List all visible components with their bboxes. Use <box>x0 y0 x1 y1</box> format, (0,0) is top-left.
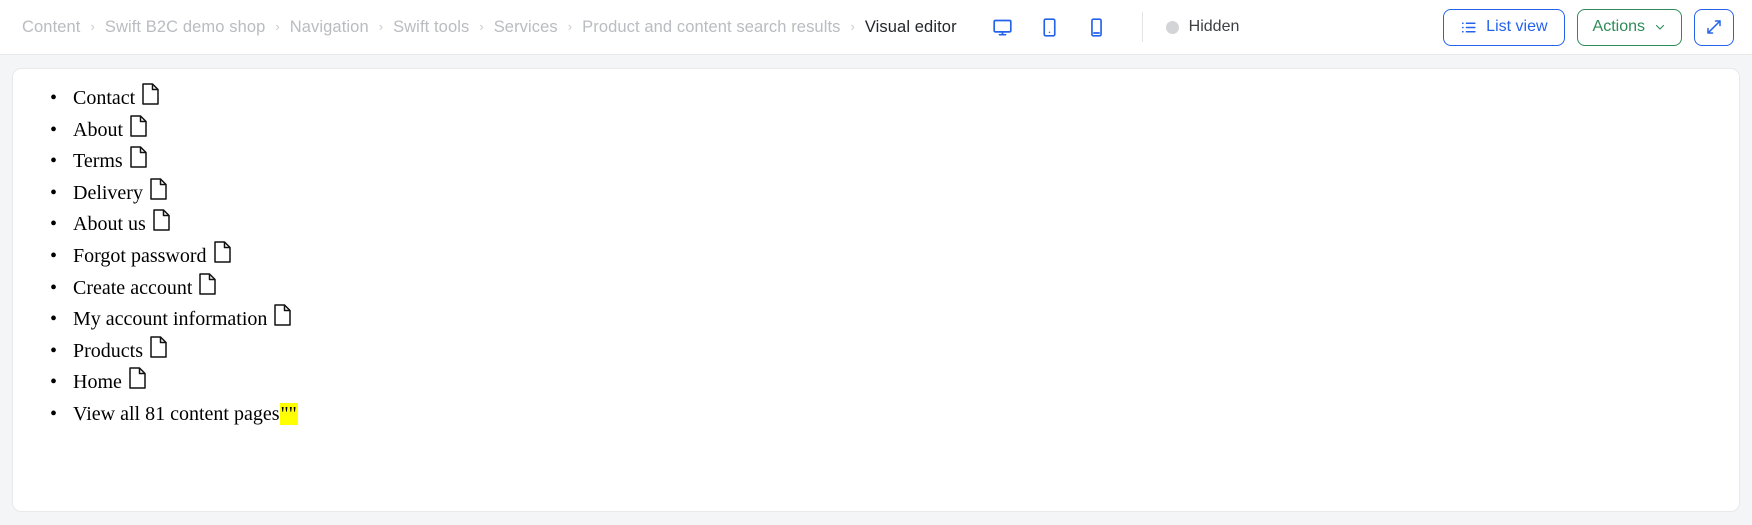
breadcrumb-item-swift-tools[interactable]: Swift tools <box>393 18 469 37</box>
page-icon <box>129 367 146 399</box>
breadcrumb-item-services[interactable]: Services <box>494 18 558 37</box>
page-icon <box>150 336 167 368</box>
list-item-label: About us <box>73 213 146 236</box>
list-item-label: Terms <box>73 150 123 173</box>
chevron-down-icon <box>1654 21 1666 35</box>
actions-button-label: Actions <box>1592 18 1645 35</box>
page-icon <box>153 209 170 241</box>
page-icon <box>130 114 147 147</box>
breadcrumb-item-content[interactable]: Content <box>22 18 81 37</box>
mobile-icon[interactable] <box>1084 14 1110 40</box>
breadcrumb-item-swift-b2c-demo-shop[interactable]: Swift B2C demo shop <box>105 18 266 37</box>
visual-editor-canvas: Contact About Terms Delivery About us Fo… <box>12 68 1740 512</box>
list-item-label: About <box>73 118 123 141</box>
page-icon <box>213 241 231 273</box>
expand-fullscreen-button[interactable] <box>1694 8 1734 46</box>
list-item[interactable]: Delivery <box>50 178 1719 210</box>
actions-button[interactable]: Actions <box>1576 8 1682 46</box>
list-view-button-label: List view <box>1486 18 1548 35</box>
content-page-list: Contact About Terms Delivery About us Fo… <box>33 83 1719 430</box>
page-icon <box>199 272 217 305</box>
list-item[interactable]: Forgot password <box>50 241 1719 273</box>
list-item-label: My account information <box>73 308 268 331</box>
desktop-icon[interactable] <box>990 14 1016 40</box>
status-label: Hidden <box>1188 18 1240 35</box>
toolbar-actions: List view Actions <box>1443 8 1740 46</box>
list-item-label: Delivery <box>73 181 143 204</box>
status-badge: Hidden <box>1165 18 1240 36</box>
breadcrumb-separator: › <box>850 18 855 34</box>
toolbar-divider <box>1141 12 1143 42</box>
list-item[interactable]: Terms <box>50 146 1719 178</box>
status-dot-icon <box>1165 20 1179 34</box>
list-view-button[interactable]: List view <box>1443 8 1565 46</box>
page-body: Contact About Terms Delivery About us Fo… <box>0 55 1752 525</box>
breadcrumb-item-navigation[interactable]: Navigation <box>290 18 369 37</box>
list-icon <box>1460 19 1477 36</box>
view-all-content-pages-item[interactable]: View all 81 content pages"" <box>50 399 1719 430</box>
list-item[interactable]: Products <box>50 336 1719 368</box>
expand-arrows-icon <box>1705 18 1723 36</box>
breadcrumb-separator: › <box>90 18 95 34</box>
page-icon <box>150 178 167 210</box>
breadcrumb-item-visual-editor[interactable]: Visual editor <box>865 18 957 37</box>
list-item-label: Contact <box>73 87 136 109</box>
breadcrumb-item-product-and-content-search-results[interactable]: Product and content search results <box>582 18 840 37</box>
breadcrumb-separator: › <box>567 18 573 34</box>
breadcrumb: Content › Swift B2C demo shop › Navigati… <box>22 18 957 37</box>
highlighted-empty-quote: "" <box>279 402 298 425</box>
list-item-label: Products <box>73 339 143 362</box>
page-icon <box>129 146 147 178</box>
list-item[interactable]: About <box>50 114 1719 147</box>
page-icon <box>274 304 292 336</box>
breadcrumb-separator: › <box>275 18 280 34</box>
list-item[interactable]: Contact <box>50 83 1719 115</box>
device-preview-switcher <box>990 14 1110 40</box>
page-icon <box>142 83 159 115</box>
breadcrumb-separator: › <box>479 18 484 34</box>
list-item[interactable]: Create account <box>50 272 1719 305</box>
breadcrumb-separator: › <box>378 18 384 34</box>
list-item-label: Create account <box>73 276 193 299</box>
list-item[interactable]: About us <box>50 209 1719 241</box>
list-item-label: Home <box>73 371 122 394</box>
tablet-icon[interactable] <box>1037 14 1063 40</box>
view-all-label: View all 81 content pages <box>73 402 280 425</box>
list-item[interactable]: My account information <box>50 304 1719 336</box>
list-item[interactable]: Home <box>50 367 1719 399</box>
top-bar: Content › Swift B2C demo shop › Navigati… <box>0 0 1752 55</box>
list-item-label: Forgot password <box>73 244 207 267</box>
